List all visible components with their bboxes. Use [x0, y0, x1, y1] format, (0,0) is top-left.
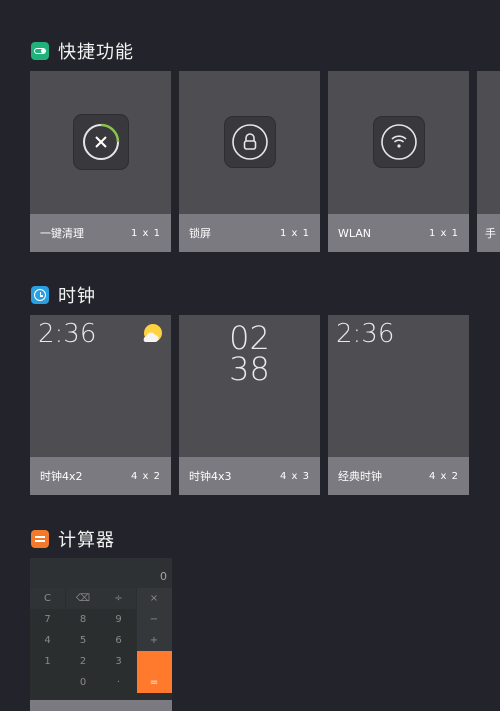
card-label: 一键清理 [40, 227, 84, 240]
calculator-display: 0 [30, 558, 172, 588]
section-title: 快捷功能 [58, 42, 134, 63]
calculator-key[interactable]: C [30, 588, 65, 609]
calculator-key[interactable]: ⌫ [65, 588, 101, 609]
card-label: 锁屏 [189, 227, 211, 240]
calculator-key[interactable]: × [136, 588, 172, 609]
calculator-key[interactable] [136, 651, 172, 672]
clock-minute: 38 [229, 350, 270, 388]
calculator-key[interactable] [30, 672, 65, 693]
clear-icon [73, 114, 129, 170]
card-size: 4 x 2 [131, 470, 161, 482]
calculator-key[interactable]: 1 [30, 651, 65, 672]
calculator-key[interactable]: 6 [101, 630, 136, 651]
calculator-key[interactable]: ÷ [101, 588, 136, 609]
calculator-key[interactable]: 3 [101, 651, 136, 672]
sun-cloud-icon [140, 322, 164, 346]
card-label: WLAN [338, 226, 372, 240]
card-footer [30, 700, 172, 711]
wifi-icon [373, 116, 425, 168]
card-label: 时钟4x2 [40, 470, 83, 483]
widget-card-calculator[interactable]: 0 C ⌫ ÷ × 7 8 9−4 5 6 +1 2 3 0 · = [30, 558, 172, 711]
clock-time: 2:36 [336, 319, 395, 349]
section-header-calculator: 计算器 [31, 527, 115, 551]
calculator-key[interactable]: 5 [65, 630, 101, 651]
card-size: 4 x 3 [280, 470, 310, 482]
calculator-key[interactable]: − [136, 609, 172, 630]
equals-icon [31, 530, 49, 548]
clock-time: 2:36 [38, 319, 97, 349]
card-size: 1 x 1 [131, 227, 161, 239]
widget-card-classic-clock[interactable]: 2:36 经典时钟 4 x 2 [328, 315, 469, 495]
lock-icon [224, 116, 276, 168]
calculator-result: 0 [160, 570, 167, 583]
calculator-key[interactable]: 2 [65, 651, 101, 672]
calculator-key[interactable]: + [136, 630, 172, 651]
calculator-key[interactable]: 9 [101, 609, 136, 630]
calculator-key[interactable]: 4 [30, 630, 65, 651]
section-title: 时钟 [58, 286, 96, 307]
widget-card-clear[interactable]: 一键清理 1 x 1 [30, 71, 171, 252]
calculator-key[interactable]: 8 [65, 609, 101, 630]
calculator-key[interactable]: 7 [30, 609, 65, 630]
calculator-key[interactable]: = [136, 672, 172, 693]
widget-card-lock[interactable]: 锁屏 1 x 1 [179, 71, 320, 252]
card-size: 1 x 1 [429, 227, 459, 239]
clock-icon [31, 286, 49, 304]
card-label: 手 [485, 227, 496, 240]
widget-card-clock-4x3[interactable]: 02 38 时钟4x3 4 x 3 [179, 315, 320, 495]
widget-card-partial[interactable]: 手 [477, 71, 500, 252]
section-title: 计算器 [58, 530, 115, 551]
toggle-icon [31, 42, 49, 60]
widget-card-wlan[interactable]: WLAN 1 x 1 [328, 71, 469, 252]
calculator-key[interactable]: · [101, 672, 136, 693]
widget-card-clock-4x2[interactable]: 2:36 时钟4x2 4 x 2 [30, 315, 171, 495]
card-size: 4 x 2 [429, 470, 459, 482]
section-header-clock: 时钟 [31, 283, 96, 307]
calculator-key[interactable]: 0 [65, 672, 101, 693]
section-header-quick: 快捷功能 [31, 39, 134, 63]
card-size: 1 x 1 [280, 227, 310, 239]
card-label: 经典时钟 [338, 470, 382, 483]
card-label: 时钟4x3 [189, 470, 232, 483]
